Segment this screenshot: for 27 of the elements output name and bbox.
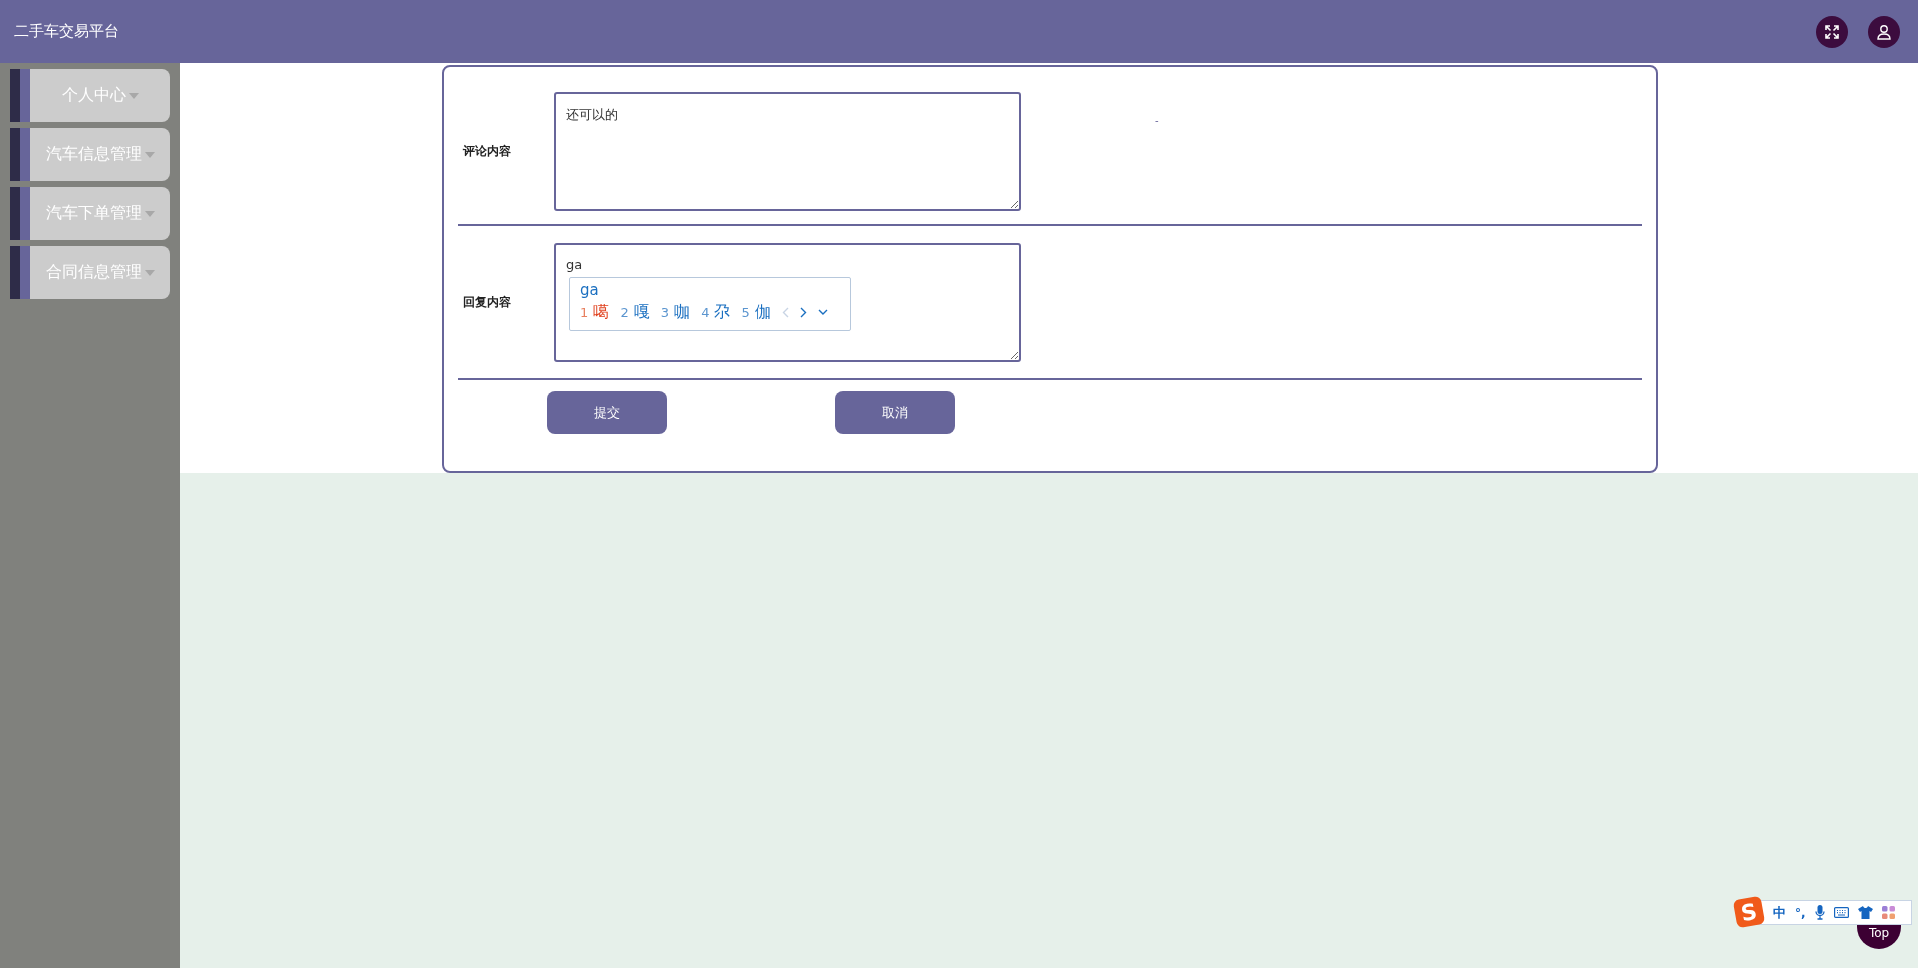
field-label: 评论内容 <box>463 143 512 160</box>
next-page-icon[interactable] <box>799 306 807 318</box>
shirt-icon[interactable] <box>1857 906 1873 919</box>
dash-mark: - <box>1155 115 1159 126</box>
caret-icon <box>144 151 155 158</box>
submit-button[interactable]: 提交 <box>547 391 667 434</box>
ime-candidate[interactable]: 2 嘎 <box>620 301 650 323</box>
cancel-button[interactable]: 取消 <box>835 391 955 434</box>
fullscreen-icon[interactable] <box>1816 15 1848 48</box>
text-area[interactable]: 还可以的 <box>554 92 1021 211</box>
caret-icon <box>128 92 139 99</box>
expand-icon[interactable] <box>817 308 828 316</box>
caret-icon <box>144 269 155 276</box>
apps-icon[interactable] <box>1881 906 1895 919</box>
ime-candidate[interactable]: 4 尕 <box>701 301 731 323</box>
punctuation-toggle[interactable]: °, <box>1795 905 1806 920</box>
user-icon[interactable] <box>1868 15 1900 48</box>
ime-candidate[interactable]: 3 咖 <box>660 301 691 323</box>
caret-icon <box>144 210 155 217</box>
ime-candidate[interactable]: 5 伽 <box>741 301 771 323</box>
field-label: 回复内容 <box>463 293 512 311</box>
site-title: 二手车交易平台 <box>14 22 119 41</box>
ime-candidate[interactable]: 1 噶 <box>580 301 610 323</box>
ime-composition-text: ga <box>580 280 599 299</box>
microphone-icon[interactable] <box>1814 905 1825 920</box>
input-mode-toggle[interactable]: 中 <box>1773 903 1786 922</box>
keyboard-icon[interactable] <box>1833 907 1849 918</box>
